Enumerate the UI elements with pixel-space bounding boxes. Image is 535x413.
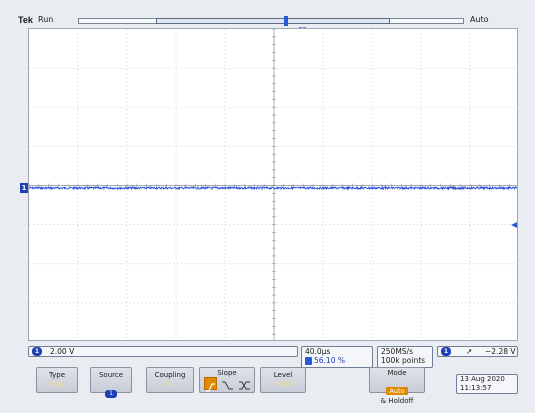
trigger-channel-badge: 1 — [441, 347, 451, 356]
coupling-value: DC — [165, 380, 175, 388]
brand-logo: Tek — [18, 15, 33, 25]
trigger-level-readout: −2.28 V — [485, 347, 516, 356]
menu-source-button[interactable]: Source 1 — [90, 367, 132, 398]
menu-type-button[interactable]: Type Edge — [36, 367, 78, 393]
coupling-label: Coupling — [154, 371, 186, 379]
trigger-position-value: 56.10 % — [314, 356, 345, 365]
ch1-ground-marker[interactable]: 1 — [20, 183, 28, 193]
trigger-mode-status: Auto — [470, 15, 489, 24]
ch1-waveform-trace — [29, 185, 517, 191]
rising-edge-icon[interactable] — [204, 377, 217, 392]
timebase-value: 40.0µs — [305, 347, 331, 356]
ch1-badge: 1 — [32, 347, 42, 356]
falling-edge-icon[interactable] — [221, 377, 234, 390]
source-label: Source — [98, 371, 124, 379]
date-value: 13 Aug 2020 — [460, 375, 505, 383]
ch1-vertical-scale: 2.00 V — [50, 347, 75, 356]
oscilloscope-screen: Tek Run T Auto 1 1 2.00 V 40.0µs 56.10 %… — [0, 0, 535, 413]
type-label: Type — [48, 371, 66, 379]
mode-label: Mode — [387, 369, 407, 377]
record-view-window[interactable] — [156, 18, 390, 24]
sample-rate: 250MS/s — [381, 347, 413, 356]
record-length: 100k points — [381, 356, 426, 365]
graticule — [28, 28, 518, 341]
source-channel-chip: 1 — [105, 390, 117, 398]
level-label: Level — [273, 371, 293, 379]
trigger-level-arrow[interactable] — [511, 222, 517, 228]
rising-slope-icon: ↗ — [466, 347, 473, 356]
holdoff-label: & Holdoff — [380, 397, 414, 405]
menu-level-button[interactable]: Level −2.28 V — [260, 367, 306, 393]
trigger-position-icon — [305, 357, 312, 365]
waveform-display — [29, 29, 517, 340]
trigger-point-marker — [284, 16, 288, 26]
datetime-text: 13 Aug 2020 11:13:57 — [460, 375, 505, 392]
time-value: 11:13:57 — [460, 383, 492, 392]
either-edge-icon[interactable] — [238, 377, 251, 390]
level-value: −2.28 V — [269, 380, 297, 388]
type-value: Edge — [48, 380, 66, 388]
menu-coupling-button[interactable]: Coupling DC — [146, 367, 194, 393]
menu-mode-button[interactable]: Mode Auto & Holdoff — [369, 367, 425, 405]
mode-value: Auto — [386, 387, 408, 395]
run-status: Run — [38, 15, 54, 24]
